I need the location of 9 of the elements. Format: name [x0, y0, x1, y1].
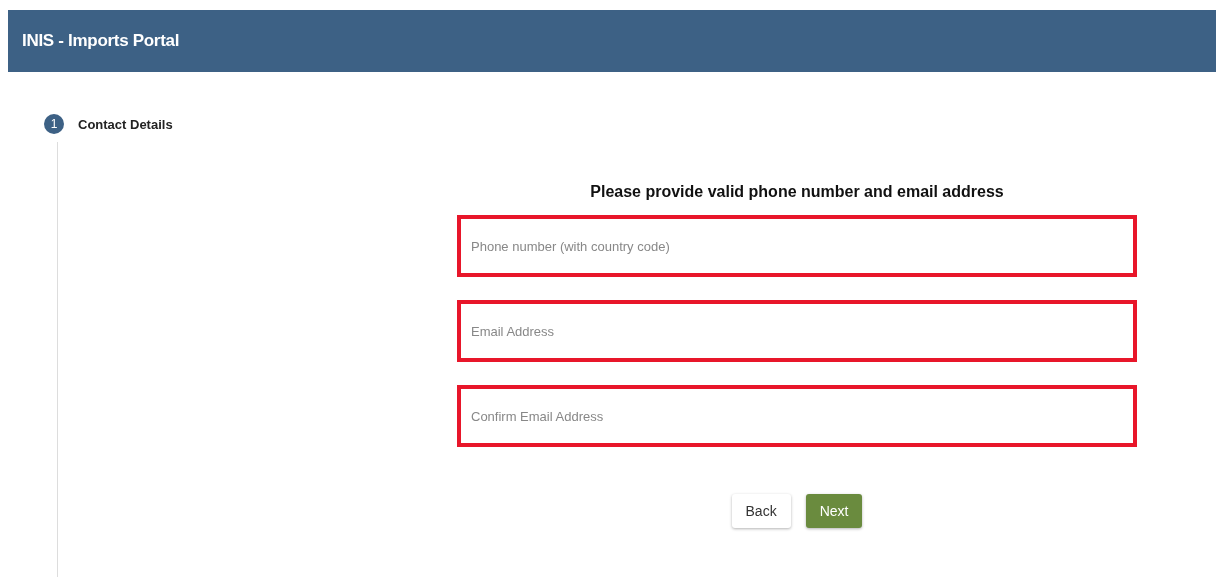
step-label: Contact Details — [78, 116, 173, 132]
next-button[interactable]: Next — [805, 494, 863, 528]
input-field[interactable]: Confirm Email Address — [457, 385, 1137, 447]
input-field[interactable]: Phone number (with country code) — [457, 215, 1137, 277]
input-field[interactable]: Email Address — [457, 300, 1137, 362]
app-title: INIS - Imports Portal — [22, 31, 180, 51]
back-button[interactable]: Back — [731, 494, 791, 528]
form-heading: Please provide valid phone number and email address — [589, 183, 1005, 201]
step-number: 1 — [44, 114, 64, 134]
